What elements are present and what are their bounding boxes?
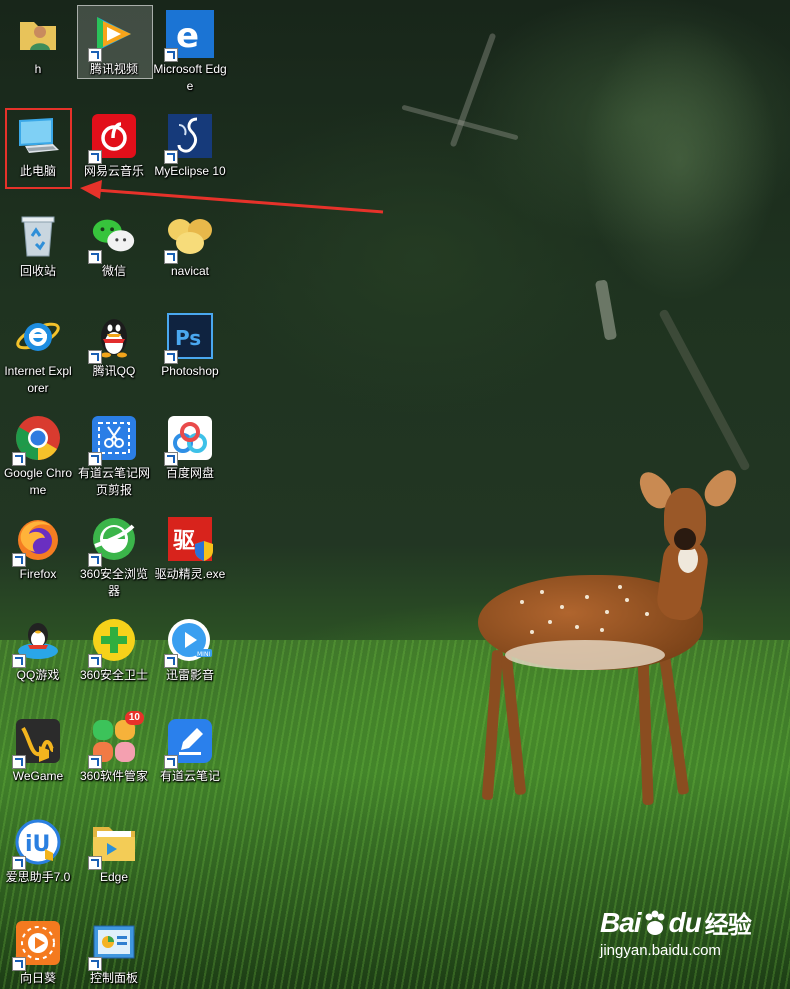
shortcut-arrow-icon xyxy=(12,452,26,466)
svg-text:e: e xyxy=(176,16,199,56)
myeclipse-icon xyxy=(164,112,214,164)
shortcut-arrow-icon xyxy=(12,553,26,567)
shortcut-arrow-icon xyxy=(88,452,102,466)
desktop-icon-youdao-note[interactable]: 有道云笔记 xyxy=(153,713,227,785)
desktop-icon-google-chrome[interactable]: Google Chrome xyxy=(1,410,75,499)
sunflower-icon xyxy=(12,919,62,971)
qq-icon xyxy=(88,312,138,364)
baidu-netdisk-icon xyxy=(164,414,214,466)
shortcut-arrow-icon xyxy=(88,48,102,62)
svg-text:MINI: MINI xyxy=(197,651,210,658)
desktop-icon-netease-music[interactable]: 网易云音乐 xyxy=(77,108,151,180)
desktop-icon-control-panel[interactable]: 控制面板 xyxy=(77,915,151,987)
ie-icon xyxy=(14,312,62,360)
shortcut-arrow-icon xyxy=(164,48,178,62)
chrome-icon xyxy=(12,414,62,466)
desktop-icon-this-pc[interactable]: 此电脑 xyxy=(1,108,75,180)
desktop-icon-photoshop[interactable]: Ps Photoshop xyxy=(153,308,227,380)
shortcut-arrow-icon xyxy=(12,654,26,668)
desktop-icon-360-software[interactable]: 10 360软件管家 xyxy=(77,711,151,785)
xunlei-player-icon: MINI xyxy=(164,616,214,668)
shortcut-arrow-icon xyxy=(88,755,102,769)
desktop-icon-360-browser[interactable]: 360安全浏览器 xyxy=(77,511,151,600)
netease-music-icon xyxy=(88,112,138,164)
shortcut-arrow-icon xyxy=(12,856,26,870)
shortcut-arrow-icon xyxy=(164,150,178,164)
desktop-icon-h[interactable]: h xyxy=(1,6,75,78)
shortcut-arrow-icon xyxy=(88,553,102,567)
user-folder-icon xyxy=(14,10,62,58)
shortcut-arrow-icon xyxy=(12,957,26,971)
tencent-video-icon xyxy=(88,10,138,62)
desktop-icon-myeclipse[interactable]: MyEclipse 10 xyxy=(153,108,227,180)
edge-folder-icon xyxy=(88,818,138,870)
youdao-note-icon xyxy=(164,717,214,769)
shortcut-arrow-icon xyxy=(12,755,26,769)
desktop-icon-internet-explorer[interactable]: Internet Explorer xyxy=(1,308,75,397)
shortcut-arrow-icon xyxy=(164,250,178,264)
aisi-icon: iU xyxy=(12,818,62,870)
360-safe-icon xyxy=(88,616,138,668)
svg-text:Ps: Ps xyxy=(175,326,201,350)
watermark-brand-suffix: du xyxy=(668,906,702,938)
360-browser-icon xyxy=(88,515,138,567)
360-software-icon: 10 xyxy=(88,711,144,769)
desktop-icon-driver-genius[interactable]: 驱 驱动精灵.exe xyxy=(153,511,227,583)
desktop-icon-recycle-bin[interactable]: 回收站 xyxy=(1,208,75,280)
shortcut-arrow-icon xyxy=(164,755,178,769)
control-panel-icon xyxy=(88,919,138,971)
wechat-icon xyxy=(88,212,138,264)
desktop-icon-sunflower[interactable]: 向日葵 xyxy=(1,915,75,987)
watermark-cn: 经验 xyxy=(704,912,752,939)
desktop-icon-firefox[interactable]: Firefox xyxy=(1,511,75,583)
driver-genius-icon: 驱 xyxy=(166,515,214,563)
desktop-icon-tencent-qq[interactable]: 腾讯QQ xyxy=(77,308,151,380)
desktop-icon-aisi[interactable]: iU 爱思助手7.0 xyxy=(1,814,75,886)
paw-icon xyxy=(645,910,665,935)
desktop-icon-baidu-netdisk[interactable]: 百度网盘 xyxy=(153,410,227,482)
shortcut-arrow-icon xyxy=(88,250,102,264)
desktop-icon-xunlei-player[interactable]: MINI 迅雷影音 xyxy=(153,612,227,684)
desktop-icon-360-safe[interactable]: 360安全卫士 xyxy=(77,612,151,684)
svg-text:驱: 驱 xyxy=(173,529,195,554)
desktop-icon-youdao-clipper[interactable]: 有道云笔记网页剪报 xyxy=(77,410,151,499)
recycle-bin-icon xyxy=(14,212,62,260)
desktop-icon-navicat[interactable]: navicat xyxy=(153,208,227,280)
shortcut-arrow-icon xyxy=(164,452,178,466)
shortcut-arrow-icon xyxy=(164,350,178,364)
youdao-clipper-icon xyxy=(88,414,138,466)
wegame-icon xyxy=(12,717,62,769)
desktop-icon-tencent-video[interactable]: 腾讯视频 xyxy=(77,6,151,78)
this-pc-icon xyxy=(14,112,62,160)
shortcut-arrow-icon xyxy=(88,150,102,164)
firefox-icon xyxy=(12,515,62,567)
shortcut-arrow-icon xyxy=(88,957,102,971)
tree-foliage xyxy=(560,0,790,520)
desktop-icon-edge-folder[interactable]: Edge xyxy=(77,814,151,886)
edge-icon: e xyxy=(164,10,214,62)
photoshop-icon: Ps xyxy=(164,312,214,364)
shortcut-arrow-icon xyxy=(88,350,102,364)
watermark-brand: Bai xyxy=(600,906,642,938)
shortcut-arrow-icon xyxy=(88,856,102,870)
desktop-icon-wechat[interactable]: 微信 xyxy=(77,208,151,280)
watermark-url: jingyan.baidu.com xyxy=(600,942,721,959)
qq-game-icon xyxy=(12,616,62,668)
notification-badge: 10 xyxy=(124,711,144,725)
shortcut-arrow-icon xyxy=(88,654,102,668)
shortcut-arrow-icon xyxy=(164,654,178,668)
desktop-icon-qq-game[interactable]: QQ游戏 xyxy=(1,612,75,684)
desktop-icon-wegame[interactable]: WeGame xyxy=(1,713,75,785)
desktop-icon-microsoft-edge[interactable]: e Microsoft Edge xyxy=(153,6,227,95)
baidu-jingyan-watermark: Bai du 经验 jingyan.baidu.com xyxy=(600,905,780,975)
navicat-icon xyxy=(164,212,214,264)
